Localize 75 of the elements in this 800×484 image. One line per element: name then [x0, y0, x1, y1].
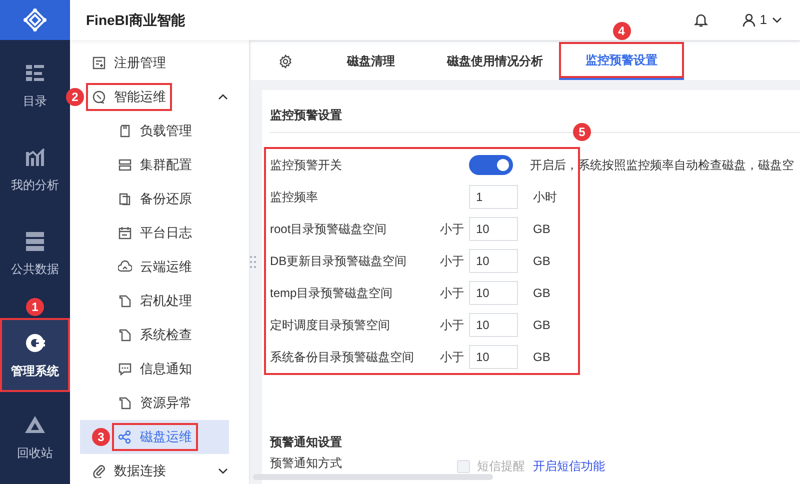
- menu-item[interactable]: 智能运维: [86, 83, 172, 111]
- menu-item[interactable]: 数据连接: [86, 457, 172, 484]
- user-icon: [742, 13, 756, 27]
- sd-card-icon: [118, 124, 132, 138]
- field-label: root目录预警磁盘空间: [270, 221, 388, 238]
- user-menu[interactable]: 1: [740, 9, 784, 31]
- rail-item[interactable]: 我的分析: [0, 124, 70, 208]
- unit-label: GB: [533, 349, 550, 366]
- gear-icon: [24, 332, 46, 354]
- input-field[interactable]: 10: [469, 345, 518, 369]
- menu-item[interactable]: 负载管理: [112, 117, 198, 145]
- menu-item[interactable]: 云端运维: [112, 253, 198, 281]
- unit-label: 小时: [533, 189, 557, 206]
- bell-icon: [692, 12, 709, 28]
- database-icon: [24, 230, 46, 252]
- field-prefix: 小于: [440, 317, 465, 334]
- nodes-icon: [118, 430, 132, 444]
- link[interactable]: 开启短信功能: [533, 457, 605, 475]
- tab[interactable]: 磁盘清理: [311, 42, 431, 80]
- unit-label: GB: [533, 253, 550, 270]
- document-icon: [118, 396, 132, 410]
- rail-item[interactable]: 回收站: [0, 392, 70, 476]
- unit-label: GB: [533, 317, 550, 334]
- menu-item[interactable]: 资源异常: [112, 389, 198, 417]
- field-prefix: 小于: [440, 253, 465, 270]
- document-icon: [118, 328, 132, 342]
- logo-icon: [23, 8, 47, 32]
- drag-handle-icon: [250, 255, 256, 269]
- menu-item[interactable]: 宕机处理: [112, 287, 198, 315]
- section-title: 预警通知设置: [270, 434, 343, 451]
- input-field[interactable]: 10: [469, 217, 518, 241]
- message-icon: [118, 362, 132, 376]
- field-label: 监控预警开关: [270, 157, 343, 174]
- triangle-icon: [24, 414, 46, 436]
- document-icon: [118, 294, 132, 308]
- form-icon: [92, 56, 106, 70]
- unit-label: GB: [533, 285, 550, 302]
- field-label: temp目录预警磁盘空间: [270, 285, 394, 302]
- input-field[interactable]: 1: [469, 185, 518, 209]
- rail-item[interactable]: 管理系统: [0, 318, 70, 392]
- description-text: 开启后，系统按照监控频率自动检查磁盘，磁盘空: [530, 157, 794, 174]
- field-prefix: 小于: [440, 349, 465, 366]
- list-icon: [24, 62, 46, 84]
- field-prefix: 小于: [440, 285, 465, 302]
- paperclip-icon: [92, 464, 106, 478]
- field-label: DB更新目录预警磁盘空间: [270, 253, 408, 270]
- menu-item[interactable]: 系统检查: [112, 321, 198, 349]
- field-prefix: 小于: [440, 221, 465, 238]
- cloud-icon: [118, 260, 132, 274]
- menu-item[interactable]: 磁盘运维: [112, 423, 198, 451]
- tab[interactable]: 磁盘使用情况分析: [431, 42, 559, 80]
- tab[interactable]: 监控预警设置: [559, 42, 684, 80]
- input-field[interactable]: 10: [469, 249, 518, 273]
- menu-item[interactable]: 信息通知: [112, 355, 198, 383]
- settings-icon: [278, 54, 292, 68]
- scrollbar[interactable]: [253, 474, 493, 480]
- input-field[interactable]: 10: [469, 281, 518, 305]
- menu-item[interactable]: 平台日志: [112, 219, 198, 247]
- menu-item[interactable]: 集群配置: [112, 151, 198, 179]
- file-icon: [118, 192, 132, 206]
- field-label: 系统备份目录预警磁盘空间: [270, 349, 415, 366]
- checkbox-label: 短信提醒: [477, 458, 525, 475]
- app-title: FineBI商业智能: [86, 10, 185, 30]
- menu-item[interactable]: 注册管理: [86, 49, 172, 77]
- unit-label: GB: [533, 221, 550, 238]
- field-label: 定时调度目录预警空间: [270, 317, 391, 334]
- menu-item[interactable]: 备份还原: [112, 185, 198, 213]
- field-label: 监控频率: [270, 189, 319, 206]
- input-field[interactable]: 10: [469, 313, 518, 337]
- field-label: 预警通知方式: [270, 455, 342, 472]
- rail-item[interactable]: 公共数据: [0, 208, 70, 292]
- chart-icon: [24, 146, 46, 168]
- toggle-switch[interactable]: [469, 155, 513, 175]
- server-icon: [118, 158, 132, 172]
- calendar-icon: [118, 226, 132, 240]
